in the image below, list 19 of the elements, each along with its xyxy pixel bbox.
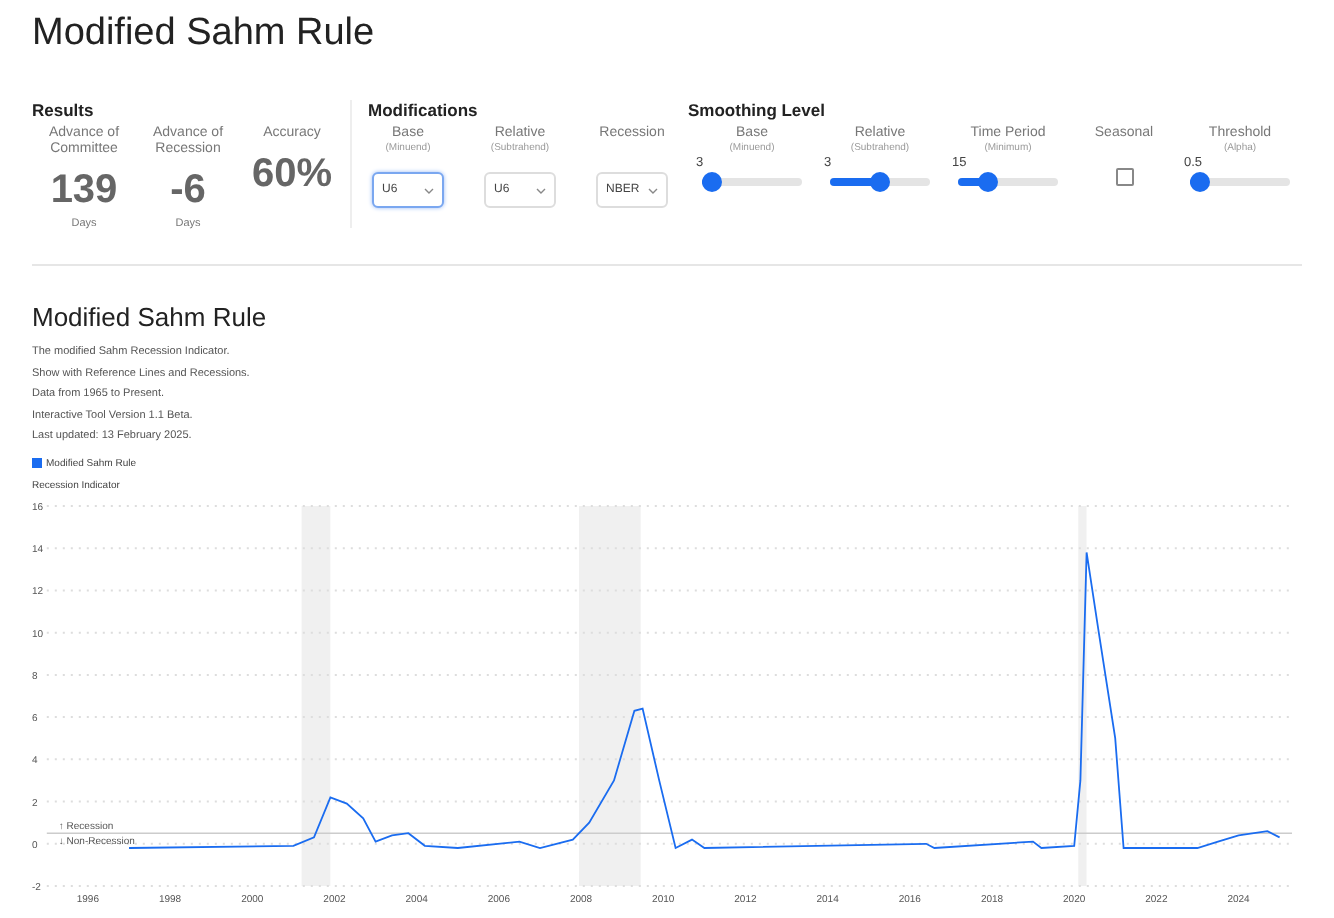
slider-track[interactable] (830, 178, 930, 186)
chevron-icon (648, 187, 658, 193)
slider-thumb[interactable] (870, 172, 890, 192)
metric-value: 60% (251, 152, 333, 198)
metric-value: -6 (170, 168, 206, 214)
section-heading: Results (32, 100, 96, 120)
metric-value: 139 (50, 168, 118, 214)
section-heading: Smoothing Level (688, 100, 827, 120)
page-title: Modified Sahm Rule (32, 12, 377, 58)
slider-track[interactable] (958, 178, 1058, 186)
chart-title: Modified Sahm Rule (32, 302, 269, 332)
legend-swatch[interactable] (32, 458, 42, 468)
section-heading: Modifications (368, 100, 480, 120)
slider-thumb[interactable] (978, 172, 998, 192)
chevron-icon (536, 187, 546, 193)
slider-thumb[interactable] (702, 172, 722, 192)
slider-thumb[interactable] (1190, 172, 1210, 192)
checkbox[interactable] (1115, 168, 1133, 186)
chevron-icon (424, 187, 434, 193)
